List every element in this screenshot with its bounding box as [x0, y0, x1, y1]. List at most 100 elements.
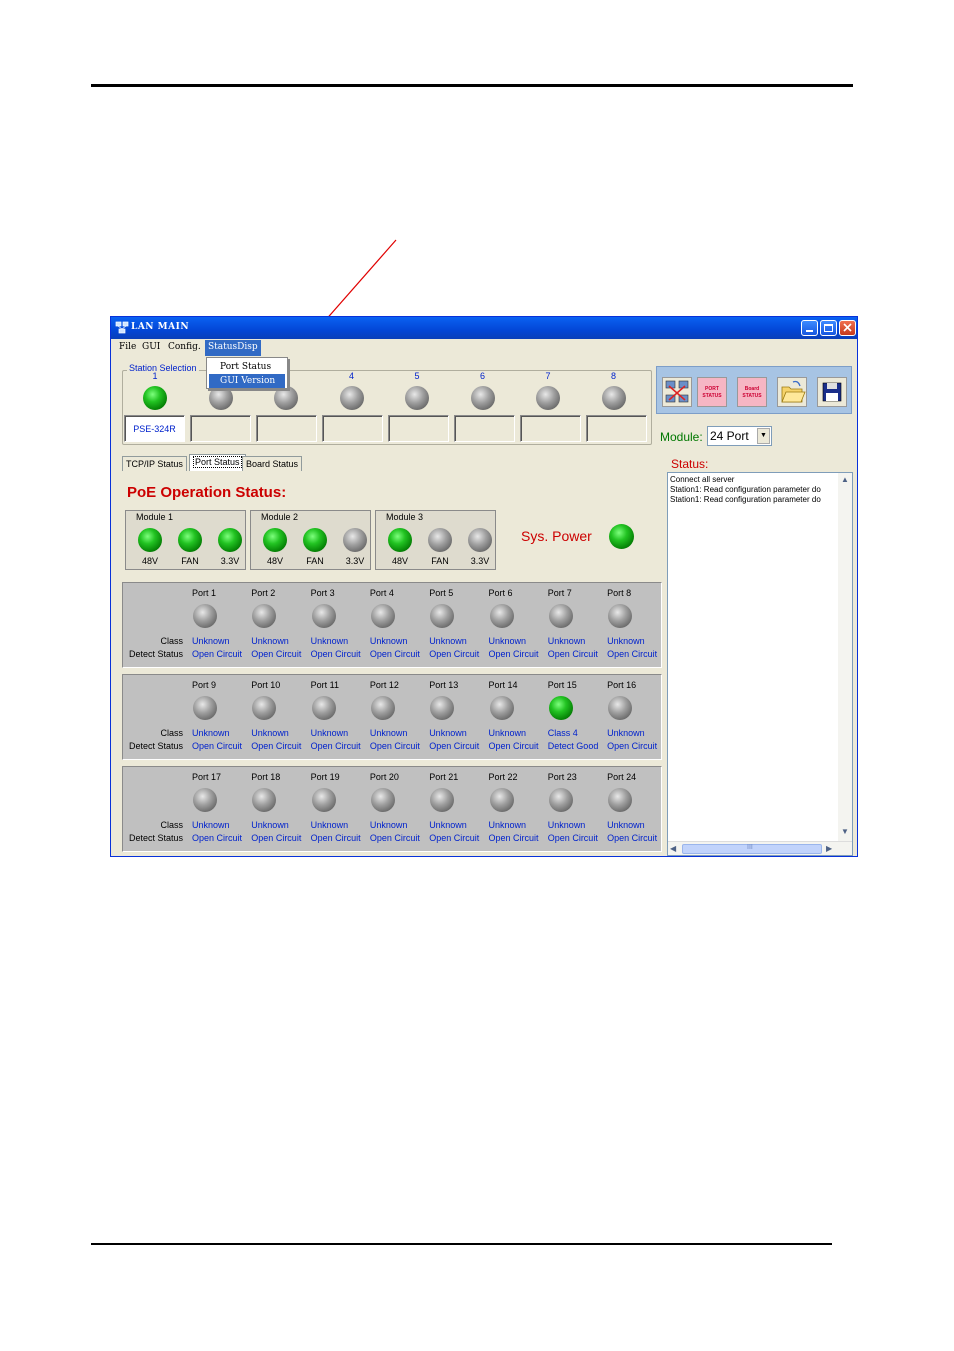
port-status-led[interactable]: [193, 604, 217, 628]
open-folder-tool[interactable]: [777, 377, 807, 407]
station-led-6[interactable]: [470, 386, 495, 410]
port-status-led[interactable]: [430, 696, 455, 720]
menu-gui[interactable]: GUI: [142, 342, 160, 352]
port-class-value: Unknown: [369, 820, 408, 830]
station-name-field-8[interactable]: [586, 415, 647, 442]
port-detect-value: Open Circuit: [488, 833, 539, 843]
port-name: Port 7: [547, 588, 572, 598]
port-name: Port 19: [310, 772, 340, 782]
menu-config[interactable]: Config.: [168, 342, 201, 352]
tab-port-status[interactable]: Port Status: [189, 454, 246, 471]
port-class-value: Unknown: [547, 636, 586, 646]
scroll-right-icon[interactable]: ▶: [826, 844, 832, 853]
status-horizontal-scrollbar[interactable]: ◀ III ▶: [668, 841, 852, 855]
module-select[interactable]: 24 Port ▼: [707, 426, 772, 446]
port-status-led[interactable]: [548, 788, 573, 812]
port-status-led[interactable]: [252, 788, 277, 812]
port-class-value: Unknown: [607, 728, 645, 738]
port-status-led[interactable]: [311, 696, 336, 720]
port-status-led[interactable]: [489, 696, 514, 720]
station-led-7[interactable]: [536, 386, 560, 410]
port-status-led[interactable]: [311, 604, 336, 628]
station-name-field-4[interactable]: [322, 415, 383, 442]
tab-tcpip-status[interactable]: TCP/IP Status: [122, 456, 187, 471]
port-status-led[interactable]: [608, 604, 633, 628]
port-status-led[interactable]: [430, 604, 455, 628]
minimize-button[interactable]: [801, 320, 818, 336]
port-status-tool[interactable]: PORT STATUS: [697, 377, 727, 407]
scroll-up-icon[interactable]: ▲: [841, 475, 849, 484]
save-tool[interactable]: [817, 377, 847, 407]
close-button[interactable]: [839, 320, 856, 336]
port-status-led[interactable]: [370, 604, 395, 628]
module-name: Module 3: [386, 512, 424, 522]
port-detect-value: Open Circuit: [192, 741, 243, 751]
save-disk-icon: [822, 382, 842, 402]
port-detect-value: Open Circuit: [488, 649, 539, 659]
port-detect-value: Open Circuit: [429, 833, 480, 843]
port-name: Port 9: [192, 680, 217, 690]
port-status-led[interactable]: [548, 696, 573, 720]
chevron-down-icon[interactable]: ▼: [757, 428, 770, 444]
port-class-value: Class 4: [547, 728, 578, 738]
port-status-icon-line2: STATUS: [702, 393, 722, 399]
module-status-led: [178, 528, 202, 552]
station-name-field-2[interactable]: [190, 415, 251, 442]
status-log[interactable]: Connect all server Station1: Read configu…: [667, 472, 853, 856]
port-class-value: Unknown: [192, 820, 230, 830]
detect-status-row-label: Detect Status: [128, 649, 183, 659]
title-bar[interactable]: LAN MAIN: [111, 317, 857, 339]
station-name-field-3[interactable]: [256, 415, 317, 442]
board-status-tool[interactable]: Board STATUS: [737, 377, 767, 407]
port-status-led[interactable]: [370, 788, 395, 812]
scroll-thumb[interactable]: III: [682, 844, 822, 854]
menu-port-status[interactable]: Port Status: [209, 360, 285, 374]
port-detect-value: Open Circuit: [192, 649, 243, 659]
port-status-led[interactable]: [252, 696, 277, 720]
status-vertical-scrollbar[interactable]: ▲ ▼: [838, 473, 852, 841]
status-log-line: Station1: Read configuration parameter d…: [670, 495, 821, 504]
port-status-led[interactable]: [311, 788, 336, 812]
scroll-down-icon[interactable]: ▼: [841, 827, 849, 836]
scroll-left-icon[interactable]: ◀: [670, 844, 676, 853]
menu-statusdisp[interactable]: StatusDisp: [205, 340, 261, 356]
station-name-field-7[interactable]: [520, 415, 581, 442]
port-status-led[interactable]: [370, 696, 395, 720]
maximize-button[interactable]: [820, 320, 837, 336]
port-status-led[interactable]: [548, 604, 573, 628]
station-led-4[interactable]: [339, 386, 364, 410]
station-led-2[interactable]: [208, 386, 233, 410]
port-name: Port 16: [607, 680, 637, 690]
station-led-1[interactable]: [143, 386, 167, 410]
port-class-value: Unknown: [547, 820, 586, 830]
module-status-led: [428, 528, 452, 552]
network-config-tool[interactable]: [662, 377, 692, 407]
port-status-led[interactable]: [252, 604, 277, 628]
port-detect-value: Open Circuit: [251, 741, 302, 751]
port-status-led[interactable]: [193, 696, 217, 720]
station-led-8[interactable]: [601, 386, 626, 410]
port-class-value: Unknown: [310, 636, 349, 646]
menu-file[interactable]: File: [119, 342, 136, 352]
station-name-field-5[interactable]: [388, 415, 449, 442]
tab-board-status[interactable]: Board Status: [242, 456, 303, 471]
module-status-label: 3.3V: [220, 556, 240, 566]
port-status-led[interactable]: [430, 788, 455, 812]
port-detect-value: Open Circuit: [310, 741, 361, 751]
station-name-field-1[interactable]: PSE-324R: [124, 415, 185, 442]
port-status-led[interactable]: [489, 604, 514, 628]
station-led-3[interactable]: [274, 386, 298, 410]
station-led-5[interactable]: [405, 386, 429, 410]
station-name-field-6[interactable]: [454, 415, 515, 442]
port-name: Port 1: [192, 588, 217, 598]
station-number: 1: [152, 371, 158, 381]
port-class-value: Unknown: [310, 728, 349, 738]
module-label: Module:: [660, 430, 703, 444]
port-status-led[interactable]: [489, 788, 514, 812]
port-status-led[interactable]: [608, 788, 633, 812]
port-name: Port 10: [251, 680, 281, 690]
port-status-led[interactable]: [608, 696, 633, 720]
port-status-led[interactable]: [193, 788, 217, 812]
menu-gui-version[interactable]: GUI Version: [209, 374, 285, 388]
status-log-line: Connect all server: [670, 475, 735, 484]
